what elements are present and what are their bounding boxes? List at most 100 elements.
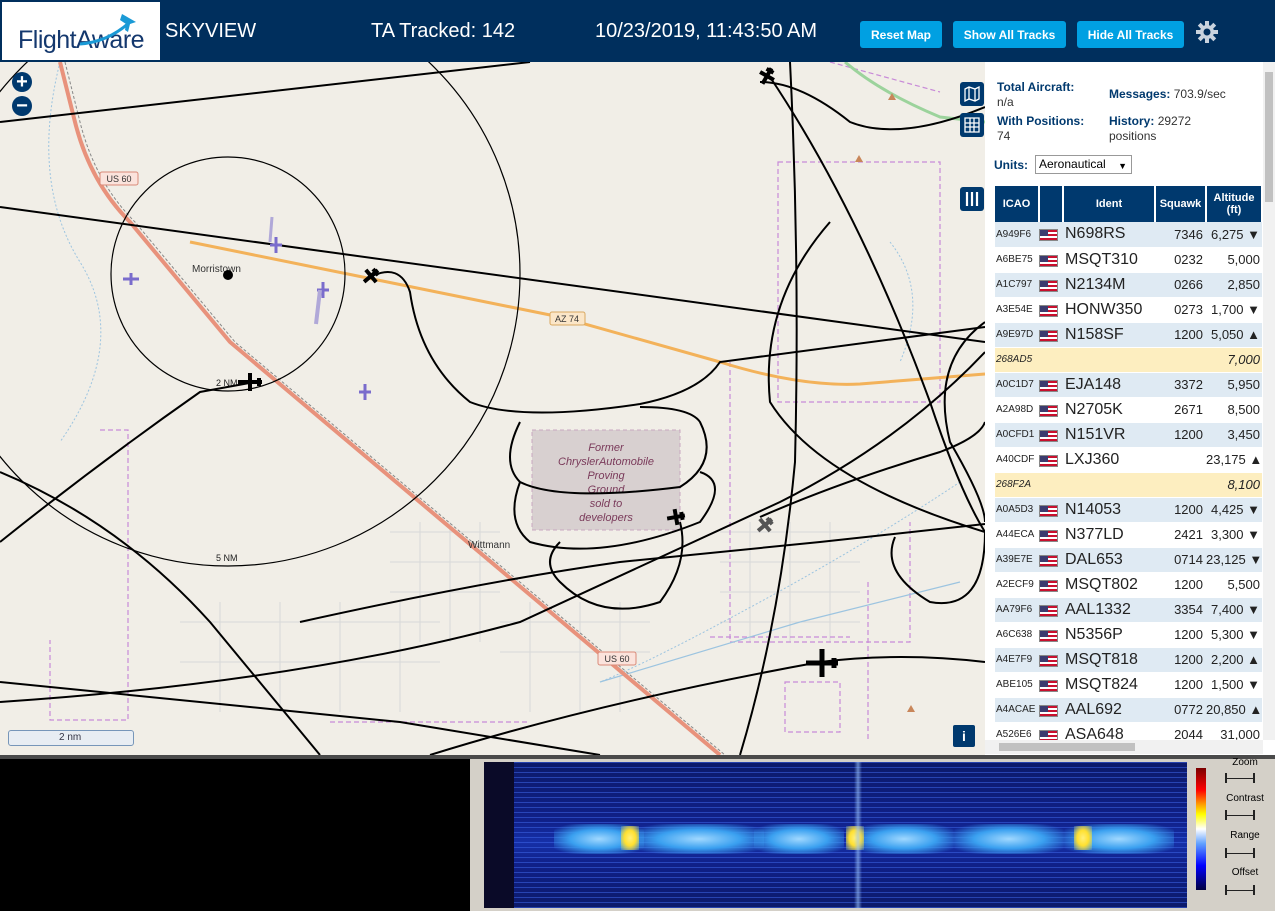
units-select[interactable]: Aeronautical	[1035, 155, 1132, 175]
flag-cell	[1039, 697, 1063, 723]
icao-cell: A2ECF9	[995, 572, 1039, 598]
us60-label-south: US 60	[604, 654, 629, 664]
map-icon[interactable]	[960, 82, 984, 106]
altitude-cell: 1,500 ▼	[1206, 672, 1262, 698]
altitude-cell: 3,300 ▼	[1206, 522, 1262, 548]
table-row[interactable]: A44ECA N377LD 2421 3,300 ▼	[995, 522, 1262, 548]
col-flag[interactable]	[1039, 186, 1064, 222]
us-flag-icon	[1039, 254, 1058, 267]
altitude-cell: 5,950	[1206, 372, 1262, 398]
table-row[interactable]: A0A5D3 N14053 1200 4,425 ▼	[995, 497, 1262, 523]
scroll-thumb[interactable]	[999, 743, 1135, 751]
table-row[interactable]: A4ACAE AAL692 0772 20,850 ▲	[995, 697, 1262, 723]
wash-line	[599, 581, 961, 683]
map-canvas[interactable]: US 60 AZ 74 US 60 Morristown Wittmann Fo…	[0, 62, 985, 755]
icao-cell: A6BE75	[995, 247, 1039, 273]
squawk-cell: 1200	[1155, 647, 1206, 673]
table-row[interactable]: A4E7F9 MSQT818 1200 2,200 ▲	[995, 647, 1262, 673]
ident-cell: HONW350	[1063, 297, 1155, 323]
table-row[interactable]: A3E54E HONW350 0273 1,700 ▼	[995, 297, 1262, 323]
show-all-tracks-button[interactable]: Show All Tracks	[953, 21, 1066, 48]
gear-icon[interactable]	[1195, 20, 1219, 44]
table-row[interactable]: A40CDF LXJ360 23,175 ▲	[995, 447, 1262, 473]
info-button[interactable]: i	[953, 725, 975, 747]
table-row[interactable]: 268AD5 7,000	[995, 347, 1262, 373]
table-row[interactable]: A2ECF9 MSQT802 1200 5,500	[995, 572, 1262, 598]
flag-cell	[1039, 622, 1063, 648]
squawk-cell: 1200	[1155, 422, 1206, 448]
us-flag-icon	[1039, 679, 1058, 692]
ident-cell: MSQT802	[1063, 572, 1155, 598]
table-row[interactable]: A1C797 N2134M 0266 2,850	[995, 272, 1262, 298]
altitude-cell: 23,175 ▲	[1206, 447, 1262, 473]
col-squawk[interactable]: Squawk	[1155, 186, 1207, 222]
us60-highway	[58, 62, 722, 755]
squawk-cell: 3372	[1155, 372, 1206, 398]
offset-slider[interactable]	[1225, 885, 1255, 895]
col-altitude[interactable]: Altitude (ft)	[1206, 186, 1263, 222]
us-flag-icon	[1039, 604, 1058, 617]
table-row[interactable]: AA79F6 AAL1332 3354 7,400 ▼	[995, 597, 1262, 623]
table-header-row: ICAO Ident Squawk Altitude (ft)	[995, 186, 1263, 222]
table-row[interactable]: A0CFD1 N151VR 1200 3,450	[995, 422, 1262, 448]
sidebar-vertical-scrollbar[interactable]	[1263, 62, 1275, 740]
us-flag-icon	[1039, 229, 1058, 242]
col-icao[interactable]: ICAO	[995, 186, 1040, 222]
zoom-in-button[interactable]: +	[12, 72, 32, 92]
ident-cell: N158SF	[1063, 322, 1155, 348]
altitude-cell: 7,400 ▼	[1206, 597, 1262, 623]
hide-all-tracks-button[interactable]: Hide All Tracks	[1077, 21, 1184, 48]
water-features	[48, 62, 961, 683]
table-row[interactable]: 268F2A 8,100	[995, 472, 1262, 498]
squawk-cell: 0232	[1155, 247, 1206, 273]
squawk-cell: 1200	[1155, 322, 1206, 348]
svg-text:ChryslerAutomobile: ChryslerAutomobile	[558, 456, 654, 468]
table-row[interactable]: A39E7E DAL653 0714 23,125 ▼	[995, 547, 1262, 573]
airstrip	[314, 289, 322, 325]
icao-cell: A4ACAE	[995, 697, 1039, 723]
ident-cell: N2134M	[1063, 272, 1155, 298]
table-row[interactable]: A949F6 N698RS 7346 6,275 ▼	[995, 222, 1262, 248]
us-flag-icon	[1039, 279, 1058, 292]
table-row[interactable]: A0C1D7 EJA148 3372 5,950	[995, 372, 1262, 398]
top-header: FlightAware SKYVIEW TA Tracked: 142 10/2…	[0, 0, 1275, 62]
grid-icon[interactable]	[960, 113, 984, 137]
ident-cell: MSQT818	[1063, 647, 1155, 673]
table-row[interactable]: A2A98D N2705K 2671 8,500	[995, 397, 1262, 423]
icao-cell: 268F2A	[995, 472, 1039, 498]
table-row[interactable]: ABE105 MSQT824 1200 1,500 ▼	[995, 672, 1262, 698]
us-flag-icon	[1039, 454, 1058, 467]
ring-label-5nm: 5 NM	[216, 553, 238, 563]
zoom-out-button[interactable]: −	[12, 96, 32, 116]
range-slider[interactable]	[1225, 848, 1255, 858]
flightaware-logo[interactable]: FlightAware	[2, 2, 160, 60]
reset-map-button[interactable]: Reset Map	[860, 21, 942, 48]
scroll-thumb[interactable]	[1265, 72, 1273, 202]
offset-label: Offset	[1231, 867, 1259, 878]
sidebar-horizontal-scrollbar[interactable]	[985, 740, 1263, 754]
flag-cell	[1039, 647, 1063, 673]
us-flag-icon	[1039, 579, 1058, 592]
waterfall-colorbar	[1196, 768, 1206, 890]
columns-icon[interactable]	[960, 187, 984, 211]
icao-cell: A4E7F9	[995, 647, 1039, 673]
us-flag-icon	[1039, 329, 1058, 342]
altitude-cell: 7,000	[1206, 347, 1262, 373]
flag-cell	[1039, 522, 1063, 548]
map-view[interactable]: US 60 AZ 74 US 60 Morristown Wittmann Fo…	[0, 62, 985, 755]
receiver-site-marker	[223, 270, 233, 280]
us-flag-icon	[1039, 554, 1058, 567]
svg-text:sold to: sold to	[590, 498, 622, 510]
table-row[interactable]: A6C638 N5356P 1200 5,300 ▼	[995, 622, 1262, 648]
col-ident[interactable]: Ident	[1063, 186, 1156, 222]
squawk-cell: 1200	[1155, 572, 1206, 598]
table-row[interactable]: A6BE75 MSQT310 0232 5,000	[995, 247, 1262, 273]
ident-cell: MSQT310	[1063, 247, 1155, 273]
total-aircraft-stat: Total Aircraft: n/a	[997, 80, 1075, 109]
zoom-slider[interactable]	[1225, 773, 1255, 783]
history-stat: History: 29272 positions	[1109, 114, 1192, 143]
waterfall-display[interactable]	[484, 762, 1187, 908]
icao-cell: A0CFD1	[995, 422, 1039, 448]
table-row[interactable]: A9E97D N158SF 1200 5,050 ▲	[995, 322, 1262, 348]
contrast-slider[interactable]	[1225, 810, 1255, 820]
